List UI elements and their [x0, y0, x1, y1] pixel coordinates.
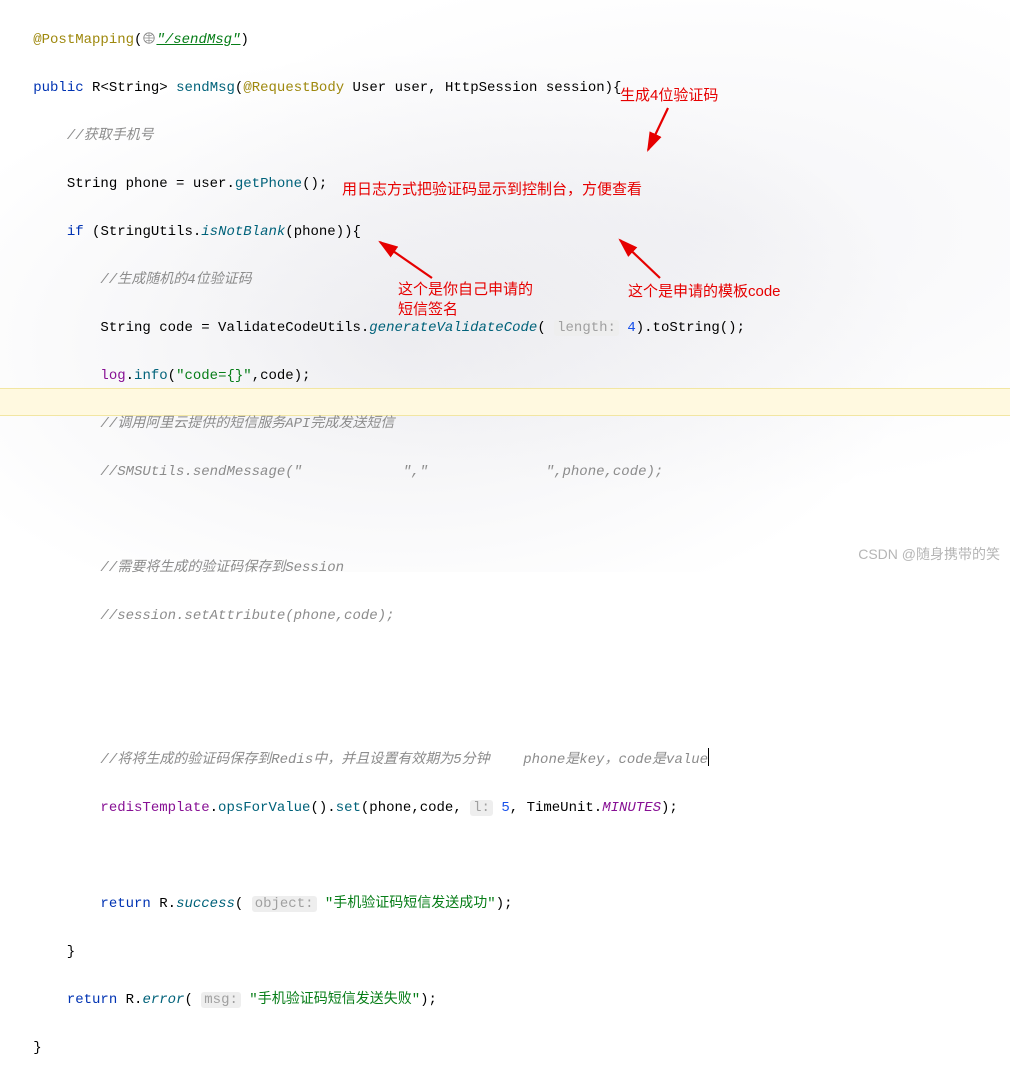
- code-line[interactable]: //获取手机号: [8, 124, 1002, 148]
- text-caret: [708, 748, 709, 766]
- callout-sign: 这个是你自己申请的短信签名: [398, 280, 533, 320]
- code-line[interactable]: //session.setAttribute(phone,code);: [8, 604, 1002, 628]
- code-line[interactable]: }: [8, 1036, 1002, 1060]
- code-line[interactable]: //SMSUtils.sendMessage(" "," ",phone,cod…: [8, 460, 1002, 484]
- code-line[interactable]: return R.success( object: "手机验证码短信发送成功")…: [8, 892, 1002, 916]
- inlay-hint: l:: [470, 800, 493, 816]
- code-line[interactable]: log.info("code={}",code);: [8, 364, 1002, 388]
- code-line[interactable]: }: [8, 940, 1002, 964]
- code-line[interactable]: if (StringUtils.isNotBlank(phone)){: [8, 220, 1002, 244]
- code-line[interactable]: //需要将生成的验证码保存到Session: [8, 556, 1002, 580]
- code-line[interactable]: [8, 508, 1002, 532]
- inlay-hint: length:: [554, 320, 619, 336]
- code-line[interactable]: redisTemplate.opsForValue().set(phone,co…: [8, 796, 1002, 820]
- code-line[interactable]: [8, 844, 1002, 868]
- code-line[interactable]: //将将生成的验证码保存到Redis中，并且设置有效期为5分钟 phone是ke…: [8, 748, 1002, 772]
- inlay-hint: msg:: [201, 992, 241, 1008]
- callout-gen4: 生成4位验证码: [620, 84, 718, 108]
- inlay-hint: object:: [252, 896, 317, 912]
- annotation: @PostMapping: [33, 32, 134, 48]
- mapping-url: "/sendMsg": [156, 32, 240, 48]
- callout-log: 用日志方式把验证码显示到控制台，方便查看: [342, 178, 642, 202]
- code-line[interactable]: [8, 652, 1002, 676]
- code-line[interactable]: [8, 700, 1002, 724]
- method-name: sendMsg: [176, 80, 235, 96]
- callout-template: 这个是申请的模板code: [628, 280, 781, 304]
- code-line[interactable]: @PostMapping("/sendMsg"): [8, 28, 1002, 52]
- code-line[interactable]: public R<String> sendMsg(@RequestBody Us…: [8, 76, 1002, 100]
- watermark: CSDN @随身携带的笑: [858, 542, 1000, 566]
- globe-icon: [142, 30, 156, 44]
- code-line[interactable]: return R.error( msg: "手机验证码短信发送失败");: [8, 988, 1002, 1012]
- code-line[interactable]: //调用阿里云提供的短信服务API完成发送短信: [8, 412, 1002, 436]
